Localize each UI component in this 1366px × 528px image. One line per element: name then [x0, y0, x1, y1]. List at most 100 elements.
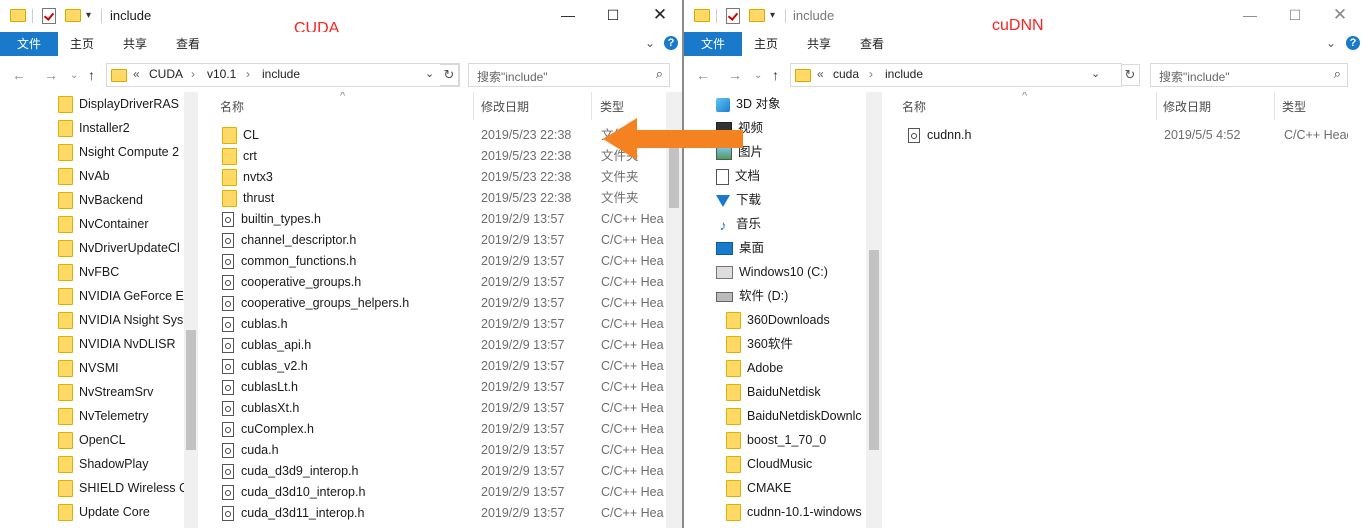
tab-home[interactable]: 主页 — [754, 32, 778, 56]
column-divider[interactable] — [1274, 92, 1275, 120]
search-input[interactable]: 搜索"include" — [477, 68, 548, 85]
ribbon-expand-icon[interactable]: ⌄ — [1326, 36, 1336, 50]
nav-item[interactable]: NvFBC — [58, 261, 119, 283]
nav-item[interactable]: DisplayDriverRAS — [58, 93, 179, 115]
nav-item[interactable]: Update Core — [58, 501, 150, 523]
column-divider[interactable] — [591, 92, 592, 120]
nav-item[interactable]: CloudMusic — [726, 453, 812, 475]
file-row[interactable]: common_functions.h 2019/2/9 13:57 C/C++ He… — [202, 251, 682, 272]
column-divider[interactable] — [473, 92, 474, 120]
up-arrow-icon[interactable]: ↑ — [88, 67, 95, 83]
nav-item[interactable]: NvBackend — [58, 189, 143, 211]
nav-item[interactable]: ♪ 音乐 — [716, 213, 762, 235]
file-row[interactable]: cooperative_groups.h 2019/2/9 13:57 C/C++ … — [202, 272, 682, 293]
chevron-right-icon[interactable]: › — [191, 67, 195, 81]
file-row[interactable]: cuda_d3d9_interop.h 2019/2/9 13:57 C/C++ H… — [202, 461, 682, 482]
file-row[interactable]: cublasXt.h 2019/2/9 13:57 C/C++ Hea — [202, 398, 682, 419]
recent-locations-icon[interactable]: ⌄ — [754, 70, 762, 81]
navigation-scrollbar[interactable] — [866, 92, 882, 528]
search-input[interactable]: 搜索"include" — [1159, 68, 1230, 85]
minimize-button[interactable]: — — [1230, 4, 1270, 26]
nav-item[interactable]: SHIELD Wireless C — [58, 477, 188, 499]
file-row[interactable]: cuda_d3d10_interop.h 2019/2/9 13:57 C/C++ … — [202, 482, 682, 503]
file-row[interactable]: nvtx3 2019/5/23 22:38 文件夹 — [202, 167, 682, 188]
tab-share[interactable]: 共享 — [123, 32, 147, 56]
nav-item[interactable]: NVIDIA GeForce E — [58, 285, 184, 307]
new-folder-icon[interactable] — [749, 9, 765, 22]
nav-item[interactable]: OpenCL — [58, 429, 126, 451]
search-box[interactable]: 搜索"include" ⌕ — [468, 63, 670, 87]
scrollbar-thumb[interactable] — [869, 250, 879, 450]
refresh-icon[interactable]: ↻ — [1121, 64, 1140, 86]
title-bar[interactable]: ▾ include CUDA — ☐ ✕ — [0, 0, 682, 37]
nav-item[interactable]: Installer2 — [58, 117, 130, 139]
breadcrumb-overflow[interactable]: « — [817, 67, 824, 81]
back-arrow-icon[interactable]: ← — [12, 67, 26, 83]
nav-item[interactable]: Nsight Compute 2 — [58, 141, 179, 163]
chevron-down-icon[interactable]: ▾ — [770, 10, 775, 21]
file-row[interactable]: channel_descriptor.h 2019/2/9 13:57 C/C++ … — [202, 230, 682, 251]
search-icon[interactable]: ⌕ — [656, 66, 663, 82]
breadcrumb-v10-1[interactable]: v10.1 — [207, 67, 236, 81]
column-type[interactable]: 类型 — [600, 98, 624, 115]
column-type[interactable]: 类型 — [1282, 98, 1306, 115]
column-date[interactable]: 修改日期 — [1163, 98, 1211, 115]
breadcrumb-cuda[interactable]: CUDA — [149, 67, 183, 81]
nav-item[interactable]: cudnn-10.1-windows — [726, 501, 862, 523]
nav-item[interactable]: boost_1_70_0 — [726, 429, 826, 451]
properties-icon[interactable] — [42, 8, 56, 24]
nav-item[interactable]: NvDriverUpdateCl — [58, 237, 180, 259]
help-icon[interactable]: ? — [1346, 36, 1360, 50]
column-divider[interactable] — [1156, 92, 1157, 120]
nav-item[interactable]: Adobe — [726, 357, 783, 379]
maximize-button[interactable]: ☐ — [1275, 4, 1315, 26]
file-row[interactable]: builtin_types.h 2019/2/9 13:57 C/C++ Hea — [202, 209, 682, 230]
nav-item[interactable]: BaiduNetdisk — [726, 381, 821, 403]
nav-item[interactable]: NvAb — [58, 165, 110, 187]
tab-share[interactable]: 共享 — [807, 32, 831, 56]
properties-icon[interactable] — [726, 8, 740, 24]
minimize-button[interactable]: — — [548, 4, 588, 26]
search-box[interactable]: 搜索"include" ⌕ — [1150, 63, 1348, 87]
file-row[interactable]: cublas_v2.h 2019/2/9 13:57 C/C++ Hea — [202, 356, 682, 377]
chevron-right-icon[interactable]: › — [869, 67, 873, 81]
tab-file[interactable]: 文件 — [684, 32, 742, 56]
nav-item[interactable]: BaiduNetdiskDownlc — [726, 405, 862, 427]
title-bar[interactable]: ▾ include cuDNN — ☐ ✕ — [684, 0, 1366, 34]
nav-item[interactable]: ShadowPlay — [58, 453, 149, 475]
column-name[interactable]: 名称 — [902, 98, 926, 115]
close-button[interactable]: ✕ — [640, 4, 680, 26]
file-row[interactable]: cublasLt.h 2019/2/9 13:57 C/C++ Hea — [202, 377, 682, 398]
close-button[interactable]: ✕ — [1320, 4, 1360, 26]
nav-item[interactable]: 桌面 — [716, 237, 764, 259]
address-bar[interactable]: « CUDA › v10.1 › include ⌄ — [106, 63, 460, 87]
nav-item[interactable]: NVIDIA NvDLISR — [58, 333, 176, 355]
breadcrumb-include[interactable]: include — [262, 67, 300, 81]
breadcrumb-overflow[interactable]: « — [133, 67, 140, 81]
nav-item[interactable]: NvTelemetry — [58, 405, 148, 427]
chevron-down-icon[interactable]: ⌄ — [1091, 67, 1100, 80]
breadcrumb-cuda[interactable]: cuda — [833, 67, 859, 81]
file-row[interactable]: cooperative_groups_helpers.h 2019/2/9 13:… — [202, 293, 682, 314]
nav-item[interactable]: 360Downloads — [726, 309, 830, 331]
column-name[interactable]: 名称 — [220, 98, 244, 115]
file-row[interactable]: thrust 2019/5/23 22:38 文件夹 — [202, 188, 682, 209]
scrollbar-thumb[interactable] — [186, 330, 196, 450]
file-row[interactable]: cublas_api.h 2019/2/9 13:57 C/C++ Hea — [202, 335, 682, 356]
nav-item[interactable]: 下载 — [716, 189, 761, 211]
chevron-right-icon[interactable]: › — [246, 67, 250, 81]
ribbon-expand-icon[interactable]: ⌄ — [645, 36, 655, 50]
chevron-down-icon[interactable]: ⌄ — [425, 67, 434, 80]
nav-item[interactable]: CMAKE — [726, 477, 791, 499]
search-icon[interactable]: ⌕ — [1334, 66, 1341, 82]
column-date[interactable]: 修改日期 — [481, 98, 529, 115]
tab-home[interactable]: 主页 — [70, 32, 94, 56]
forward-arrow-icon[interactable]: → — [44, 67, 58, 83]
file-list-scrollbar[interactable] — [1348, 56, 1366, 528]
help-icon[interactable]: ? — [664, 36, 678, 50]
nav-item[interactable]: NvContainer — [58, 213, 148, 235]
breadcrumb-include[interactable]: include — [885, 67, 923, 81]
nav-item[interactable]: 软件 (D:) — [716, 285, 788, 307]
nav-item[interactable]: Windows10 (C:) — [716, 261, 828, 283]
new-folder-icon[interactable] — [65, 9, 81, 22]
